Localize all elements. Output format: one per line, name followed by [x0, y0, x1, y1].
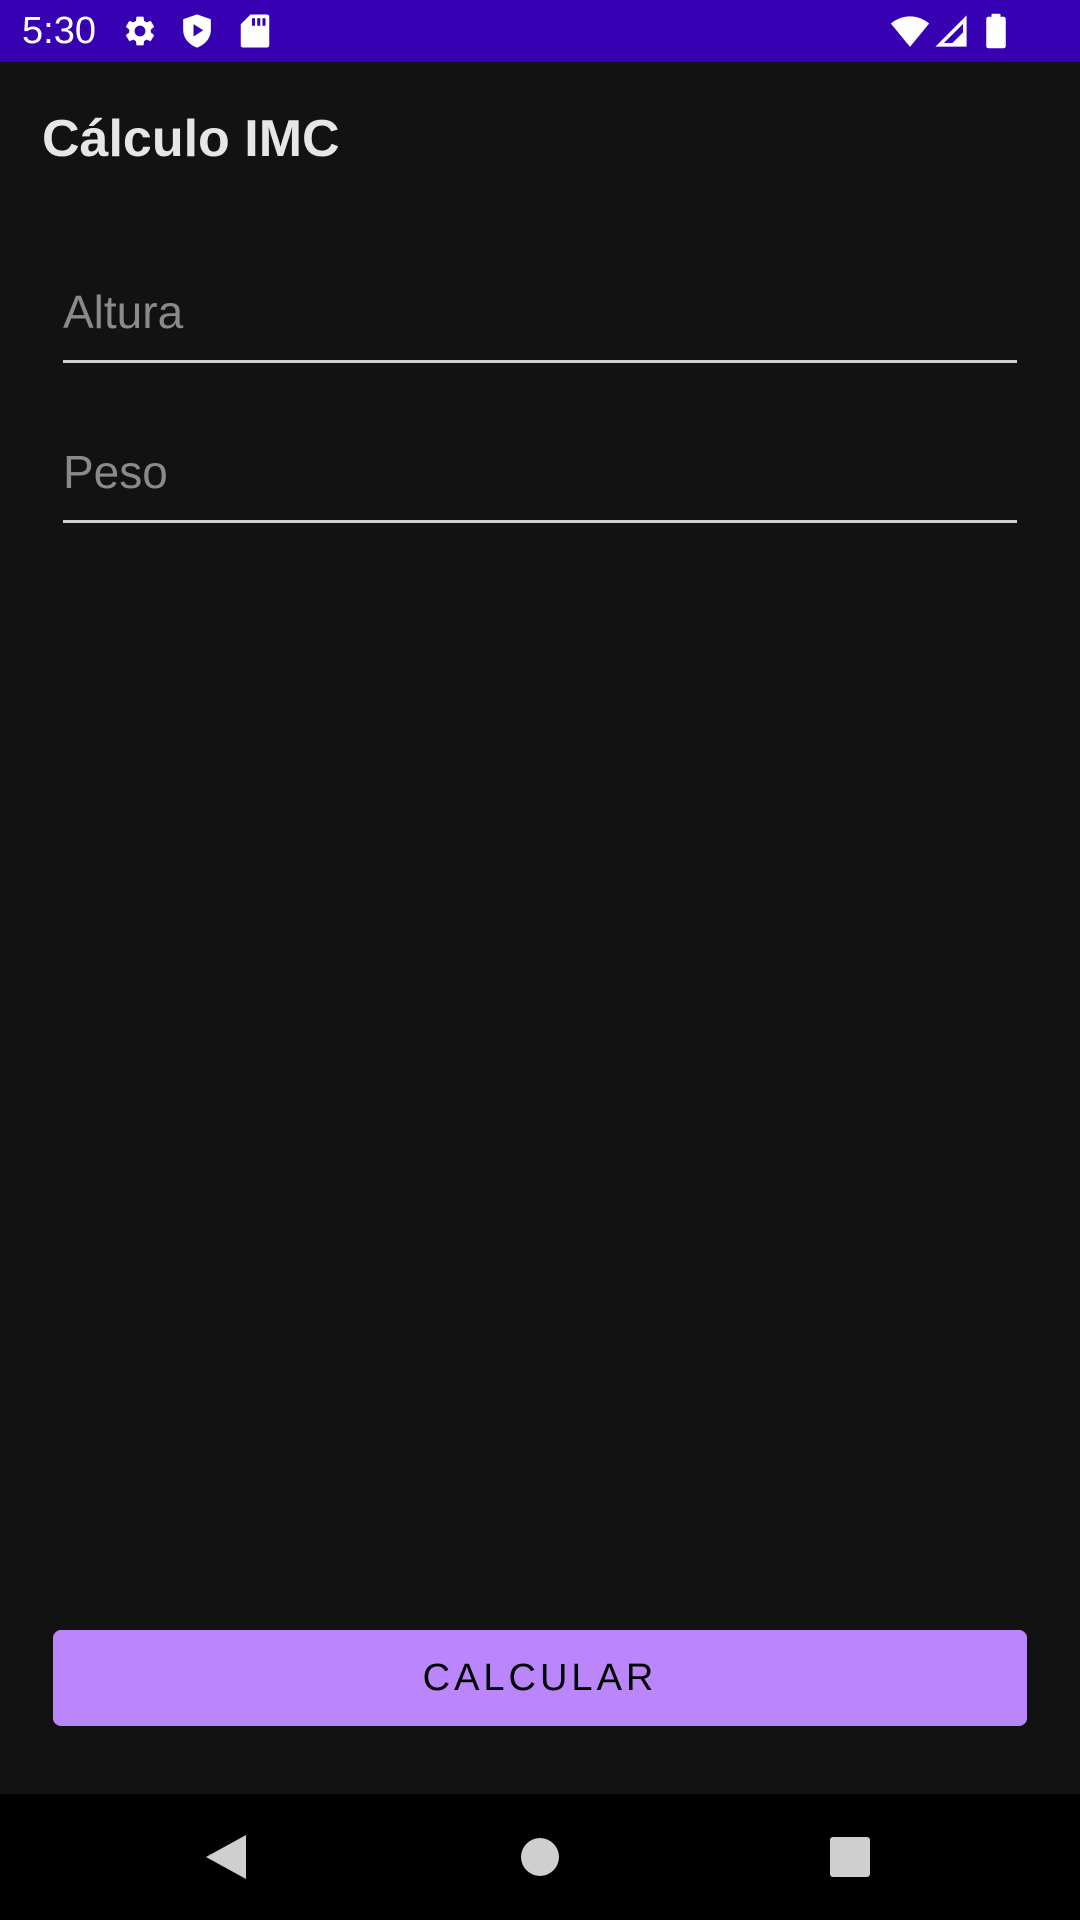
back-button[interactable]	[156, 1794, 296, 1920]
sd-card-icon	[240, 0, 270, 62]
app-title: Cálculo IMC	[42, 110, 340, 168]
shield-play-icon	[180, 0, 214, 62]
wifi-icon	[890, 0, 930, 62]
peso-input[interactable]	[63, 424, 1017, 523]
gear-icon	[122, 0, 158, 62]
recents-icon	[830, 1837, 870, 1877]
home-button[interactable]	[470, 1794, 610, 1920]
peso-field[interactable]	[63, 424, 1017, 524]
altura-input[interactable]	[63, 264, 1017, 363]
navigation-bar	[0, 1794, 1080, 1920]
status-bar: 5:30	[0, 0, 1080, 62]
battery-icon	[984, 0, 1008, 62]
home-icon	[521, 1838, 559, 1876]
recents-button[interactable]	[780, 1794, 920, 1920]
altura-field[interactable]	[63, 264, 1017, 364]
cell-signal-icon	[934, 0, 968, 62]
back-icon	[206, 1835, 246, 1879]
calculate-button[interactable]: CALCULAR	[53, 1630, 1027, 1726]
status-time: 5:30	[22, 10, 96, 52]
